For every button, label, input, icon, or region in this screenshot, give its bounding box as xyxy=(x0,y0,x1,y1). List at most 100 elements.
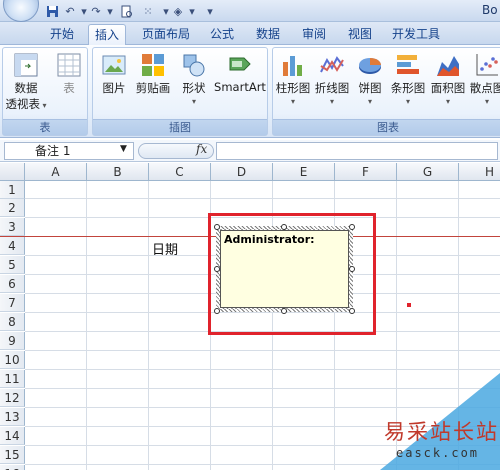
watermark-subtitle: easck.com xyxy=(396,446,480,460)
scatter-chart-icon xyxy=(474,52,500,78)
dropdown-arrow-icon: ▾ xyxy=(405,97,410,106)
formula-bar: 备注 1 ▼ fx xyxy=(0,140,500,162)
row-header-10[interactable]: 10 xyxy=(0,351,25,369)
pivot-table-label: 数据 xyxy=(14,81,38,95)
dropdown-arrow-icon[interactable]: ▾ xyxy=(184,3,200,19)
gridline xyxy=(25,369,500,370)
name-box-dropdown-icon[interactable]: ▼ xyxy=(120,144,127,154)
tab-data[interactable]: 数据 xyxy=(250,24,286,45)
row-header-6[interactable]: 6 xyxy=(0,275,25,293)
tab-review[interactable]: 审阅 xyxy=(296,24,332,45)
gridline xyxy=(25,198,500,199)
table-button[interactable]: 表 xyxy=(53,52,85,96)
table-icon xyxy=(56,52,82,78)
group-charts: 柱形图 ▾ 折线图 ▾ 饼图 ▾ 条形图 ▾ 面积图 ▾ 散点图 ▾ 图表 xyxy=(272,47,500,136)
bar-chart-label: 条形图 xyxy=(390,81,426,95)
clip-art-button[interactable]: 剪贴画 xyxy=(133,52,173,96)
group-title-tables: 表 xyxy=(3,119,87,135)
scatter-chart-label: 散点图 xyxy=(469,81,500,95)
line-chart-button[interactable]: 折线图 ▾ xyxy=(313,52,351,106)
tab-insert[interactable]: 插入 xyxy=(88,24,127,45)
ribbon-tabs: 开始 插入 页面布局 公式 数据 审阅 视图 开发工具 xyxy=(0,22,500,45)
watermark-title: 易采站长站 xyxy=(384,420,499,444)
pivot-table-button[interactable]: 数据 透视表 ▾ xyxy=(5,52,47,112)
group-tables: 数据 透视表 ▾ 表 表 xyxy=(2,47,88,136)
row-header-15[interactable]: 15 xyxy=(0,446,25,464)
column-header-h[interactable]: H xyxy=(459,163,500,181)
dropdown-arrow-icon[interactable]: ▾ xyxy=(102,3,118,19)
row-header-8[interactable]: 8 xyxy=(0,313,25,331)
formula-input[interactable] xyxy=(216,142,498,160)
customize-quick-access-icon[interactable]: ▾ xyxy=(202,3,218,19)
dropdown-arrow-icon: ▾ xyxy=(484,97,489,106)
smartart-button[interactable]: SmartArt xyxy=(213,52,267,94)
column-header-e[interactable]: E xyxy=(273,163,335,181)
area-chart-button[interactable]: 面积图 ▾ xyxy=(429,52,467,106)
smartart-icon xyxy=(227,52,253,78)
row-header-14[interactable]: 14 xyxy=(0,427,25,445)
dropdown-arrow-icon: ▾ xyxy=(329,97,334,106)
clip-art-label: 剪贴画 xyxy=(135,81,171,95)
line-chart-icon xyxy=(319,52,345,78)
row-header-5[interactable]: 5 xyxy=(0,256,25,274)
row-header-7[interactable]: 7 xyxy=(0,294,25,312)
column-header-f[interactable]: F xyxy=(335,163,397,181)
row-header-4[interactable]: 4 xyxy=(0,237,25,255)
row-header-3[interactable]: 3 xyxy=(0,218,25,236)
column-header-a[interactable]: A xyxy=(25,163,87,181)
row-header-2[interactable]: 2 xyxy=(0,199,25,217)
shapes-label: 形状 xyxy=(182,81,206,95)
red-marker xyxy=(407,303,411,307)
shapes-icon xyxy=(181,52,207,78)
column-chart-button[interactable]: 柱形图 ▾ xyxy=(275,52,311,106)
tab-view[interactable]: 视图 xyxy=(342,24,378,45)
picture-button[interactable]: 图片 xyxy=(97,52,131,96)
highlight-box xyxy=(208,213,376,335)
column-header-b[interactable]: B xyxy=(87,163,149,181)
column-header-c[interactable]: C xyxy=(149,163,211,181)
tab-formulas[interactable]: 公式 xyxy=(204,24,240,45)
dropdown-arrow-icon: ▾ xyxy=(367,97,372,106)
row-header-13[interactable]: 13 xyxy=(0,408,25,426)
bar-chart-button[interactable]: 条形图 ▾ xyxy=(389,52,427,106)
save-icon[interactable] xyxy=(44,3,60,19)
ribbon: 数据 透视表 ▾ 表 表 图片 剪贴画 形状 ▾ SmartArt 插图 柱形图… xyxy=(0,45,500,138)
group-title-illustrations: 插图 xyxy=(93,119,267,135)
gridline xyxy=(25,350,500,351)
dropdown-arrow-icon: ▾ xyxy=(290,97,295,106)
row-header-9[interactable]: 9 xyxy=(0,332,25,350)
print-preview-icon[interactable] xyxy=(118,3,134,19)
tab-page-layout[interactable]: 页面布局 xyxy=(136,24,196,45)
bar-chart-icon xyxy=(395,52,421,78)
group-title-charts: 图表 xyxy=(273,119,500,135)
dropdown-arrow-icon: ▾ xyxy=(191,97,196,106)
row-header-16[interactable]: 16 xyxy=(0,465,25,470)
shapes-button[interactable]: 形状 ▾ xyxy=(177,52,211,106)
select-all-corner[interactable] xyxy=(0,163,25,181)
pie-chart-button[interactable]: 饼图 ▾ xyxy=(355,52,385,106)
insert-function-icon[interactable]: fx xyxy=(196,142,207,156)
row-header-11[interactable]: 11 xyxy=(0,370,25,388)
dropdown-arrow-icon: ▾ xyxy=(445,97,450,106)
picture-label: 图片 xyxy=(102,81,126,95)
column-header-g[interactable]: G xyxy=(397,163,459,181)
office-button[interactable] xyxy=(3,0,39,22)
column-chart-label: 柱形图 xyxy=(275,81,311,95)
name-box[interactable]: 备注 1 xyxy=(4,142,134,160)
group-illustrations: 图片 剪贴画 形状 ▾ SmartArt 插图 xyxy=(92,47,268,136)
window-title: Bo xyxy=(482,3,498,17)
tab-developer[interactable]: 开发工具 xyxy=(386,24,446,45)
row-header-12[interactable]: 12 xyxy=(0,389,25,407)
pivot-table-icon xyxy=(13,52,39,78)
row-header-1[interactable]: 1 xyxy=(0,181,25,199)
scatter-chart-button[interactable]: 散点图 ▾ xyxy=(469,52,500,106)
line-chart-label: 折线图 xyxy=(314,81,350,95)
column-header-d[interactable]: D xyxy=(211,163,273,181)
cell-c4[interactable]: 日期 xyxy=(152,239,178,258)
tab-home[interactable]: 开始 xyxy=(44,24,80,45)
table-label: 表 xyxy=(63,81,75,95)
smartart-label: SmartArt xyxy=(214,80,266,94)
pivot-table-label-2: 透视表 xyxy=(5,97,40,111)
title-bar: ↶ ▾ ↷ ▾ ⁙ ▾ ◈ ▾ ▾ Bo xyxy=(0,0,500,22)
scatter-icon[interactable]: ⁙ xyxy=(140,3,156,19)
